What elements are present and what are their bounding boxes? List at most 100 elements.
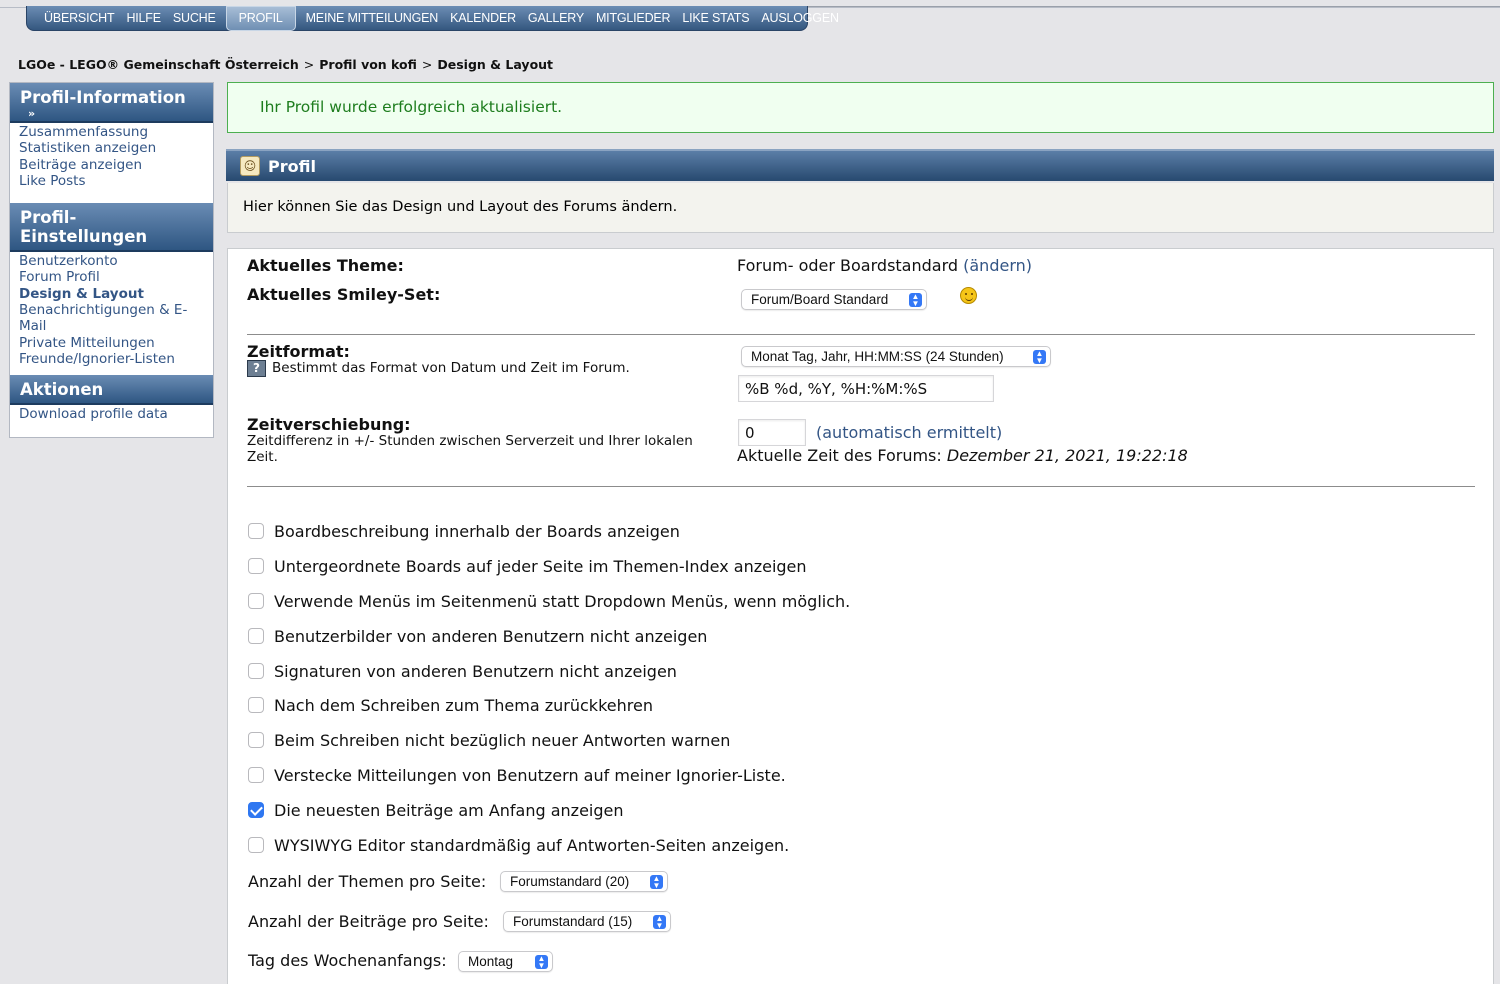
option-label: Beim Schreiben nicht bezüglich neuer Ant… xyxy=(274,730,731,750)
time-format-select-value: Monat Tag, Jahr, HH:MM:SS (24 Stunden) xyxy=(751,349,1004,364)
nav-item-ausloggen[interactable]: AUSLOGGEN xyxy=(755,11,844,25)
option-label: Boardbeschreibung innerhalb der Boards a… xyxy=(274,521,680,541)
option-row[interactable]: Untergeordnete Boards auf jeder Seite im… xyxy=(248,556,807,576)
theme-label: Aktuelles Theme: xyxy=(247,256,404,275)
option-label: Untergeordnete Boards auf jeder Seite im… xyxy=(274,556,807,576)
posts-per-page-select[interactable]: Forumstandard (15) ▲ ▼ xyxy=(503,911,671,932)
sidebar-item-like-posts[interactable]: Like Posts xyxy=(19,173,204,189)
nav-item-suche[interactable]: SUCHE xyxy=(167,11,222,25)
sidebar-header-info: Profil-Information » xyxy=(10,83,213,123)
nav-item-mitteilungen[interactable]: MEINE MITTEILUNGEN xyxy=(300,11,445,25)
smiley-select[interactable]: Forum/Board Standard ▲ ▼ xyxy=(741,289,927,310)
sidebar-item-private-mitteilungen[interactable]: Private Mitteilungen xyxy=(19,335,204,351)
option-row[interactable]: Verstecke Mitteilungen von Benutzern auf… xyxy=(248,765,786,785)
option-row[interactable]: Beim Schreiben nicht bezüglich neuer Ant… xyxy=(248,730,730,750)
option-row[interactable]: Die neuesten Beiträge am Anfang anzeigen xyxy=(248,800,624,820)
current-time-row: Aktuelle Zeit des Forums: Dezember 21, 2… xyxy=(737,446,1188,465)
option-checkbox[interactable] xyxy=(248,593,264,609)
option-checkbox[interactable] xyxy=(248,663,264,679)
nav-item-gallery[interactable]: GALLERY xyxy=(522,11,590,25)
week-start-select[interactable]: Montag ▲ ▼ xyxy=(458,951,553,972)
sidebar-header-actions: Aktionen xyxy=(10,375,213,406)
option-checkbox[interactable] xyxy=(248,558,264,574)
time-offset-description: Zeitdifferenz in +/- Stunden zwischen Se… xyxy=(247,433,693,465)
select-chevron-icon: ▲ ▼ xyxy=(653,915,666,930)
breadcrumb-forum[interactable]: LGOe - LEGO® Gemeinschaft Österreich xyxy=(18,57,299,72)
theme-change-link[interactable]: (ändern) xyxy=(963,256,1032,275)
breadcrumb-profile[interactable]: Profil von kofi xyxy=(319,57,417,72)
select-chevron-icon: ▲ ▼ xyxy=(1033,350,1046,365)
nav-item-like-stats[interactable]: LIKE STATS xyxy=(676,11,755,25)
sidebar-item-benachrichtigungen[interactable]: Benachrichtigungen & E-Mail xyxy=(19,302,204,335)
user-profile-icon: ☺ xyxy=(240,156,260,176)
nav-item-hilfe[interactable]: HILFE xyxy=(120,11,166,25)
sidebar-title-info: Profil-Information xyxy=(20,88,186,107)
option-checkbox[interactable] xyxy=(248,767,264,783)
smiley-label: Aktuelles Smiley-Set: xyxy=(247,285,441,304)
option-checkbox[interactable] xyxy=(248,523,264,539)
sidebar-item-design-layout[interactable]: Design & Layout xyxy=(19,286,204,302)
option-label: Benutzerbilder von anderen Benutzern nic… xyxy=(274,626,708,646)
sidebar-item-benutzerkonto[interactable]: Benutzerkonto xyxy=(19,253,204,269)
time-offset-label: Zeitverschiebung: xyxy=(247,415,411,434)
option-checkbox-checked[interactable] xyxy=(248,802,264,818)
option-row[interactable]: Benutzerbilder von anderen Benutzern nic… xyxy=(248,626,707,646)
theme-value: Forum- oder Boardstandard xyxy=(737,256,959,275)
sidebar-item-download[interactable]: Download profile data xyxy=(19,406,204,422)
sidebar-item-statistiken[interactable]: Statistiken anzeigen xyxy=(19,140,204,156)
option-checkbox[interactable] xyxy=(248,837,264,853)
option-label: Verwende Menüs im Seitenmenü statt Dropd… xyxy=(274,591,851,611)
sidebar-item-freunde-ignorier[interactable]: Freunde/Ignorier-Listen xyxy=(19,351,204,367)
nav-item-profil[interactable]: PROFIL xyxy=(225,5,296,31)
option-checkbox[interactable] xyxy=(248,697,264,713)
sidebar-list-settings: Benutzerkonto Forum Profil Design & Layo… xyxy=(10,252,213,375)
topics-per-page-value: Forumstandard (20) xyxy=(510,874,630,889)
time-format-select[interactable]: Monat Tag, Jahr, HH:MM:SS (24 Stunden) ▲… xyxy=(741,346,1051,367)
sidebar-item-beitraege[interactable]: Beiträge anzeigen xyxy=(19,157,204,173)
week-start-label: Tag des Wochenanfangs: xyxy=(248,951,447,970)
nav-item-kalender[interactable]: KALENDER xyxy=(444,11,522,25)
sidebar-list-actions: Download profile data xyxy=(10,405,213,430)
option-label: Verstecke Mitteilungen von Benutzern auf… xyxy=(274,765,786,785)
posts-per-page-value: Forumstandard (15) xyxy=(513,914,633,929)
select-chevron-icon: ▲ ▼ xyxy=(650,875,663,890)
option-row[interactable]: Boardbeschreibung innerhalb der Boards a… xyxy=(248,521,680,541)
sidebar-list-info: Zusammenfassung Statistiken anzeigen Bei… xyxy=(10,123,213,197)
select-chevron-icon: ▲ ▼ xyxy=(909,293,922,308)
option-checkbox[interactable] xyxy=(248,732,264,748)
option-label: Die neuesten Beiträge am Anfang anzeigen xyxy=(274,800,624,820)
sidebar-item-zusammenfassung[interactable]: Zusammenfassung xyxy=(19,124,204,140)
option-checkbox[interactable] xyxy=(248,628,264,644)
double-arrow-icon: » xyxy=(28,107,36,120)
divider xyxy=(247,486,1475,487)
auto-detect-link[interactable]: (automatisch ermittelt) xyxy=(816,423,1002,442)
topics-per-page-select[interactable]: Forumstandard (20) ▲ ▼ xyxy=(500,871,668,892)
option-row[interactable]: Nach dem Schreiben zum Thema zurückkehre… xyxy=(248,695,653,715)
sidebar-title-settings: Profil-Einstellungen xyxy=(20,208,148,247)
success-message: Ihr Profil wurde erfolgreich aktualisier… xyxy=(227,82,1494,133)
sidebar-item-forum-profil[interactable]: Forum Profil xyxy=(19,269,204,285)
profile-sidebar: Profil-Information » Zusammenfassung Sta… xyxy=(9,82,214,438)
option-row[interactable]: Verwende Menüs im Seitenmenü statt Dropd… xyxy=(248,591,850,611)
option-label: WYSIWYG Editor standardmäßig auf Antwort… xyxy=(274,835,790,855)
settings-panel: Aktuelles Theme: Forum- oder Boardstanda… xyxy=(227,248,1494,984)
current-time-label: Aktuelle Zeit des Forums: xyxy=(737,446,942,465)
option-row[interactable]: Signaturen von anderen Benutzern nicht a… xyxy=(248,661,677,681)
theme-value-row: Forum- oder Boardstandard (ändern) xyxy=(737,256,1032,275)
help-icon[interactable]: ? xyxy=(247,360,266,377)
profile-header-title: Profil xyxy=(268,156,316,176)
option-label: Nach dem Schreiben zum Thema zurückkehre… xyxy=(274,695,653,715)
smiley-select-value: Forum/Board Standard xyxy=(751,292,889,307)
time-format-input[interactable]: %B %d, %Y, %H:%M:%S xyxy=(738,375,994,402)
topics-per-page-label: Anzahl der Themen pro Seite: xyxy=(248,872,487,891)
nav-item-uebersicht[interactable]: ÜBERSICHT xyxy=(38,11,120,25)
nav-item-mitglieder[interactable]: MITGLIEDER xyxy=(590,11,676,25)
option-label: Signaturen von anderen Benutzern nicht a… xyxy=(274,661,677,681)
divider xyxy=(247,334,1475,335)
current-time-value: Dezember 21, 2021, 19:22:18 xyxy=(946,446,1188,465)
smiley-icon xyxy=(960,287,977,304)
profile-header: ☺ Profil xyxy=(226,149,1494,181)
option-row[interactable]: WYSIWYG Editor standardmäßig auf Antwort… xyxy=(248,835,789,855)
time-offset-input[interactable]: 0 xyxy=(738,419,806,446)
breadcrumb-current[interactable]: Design & Layout xyxy=(437,57,553,72)
